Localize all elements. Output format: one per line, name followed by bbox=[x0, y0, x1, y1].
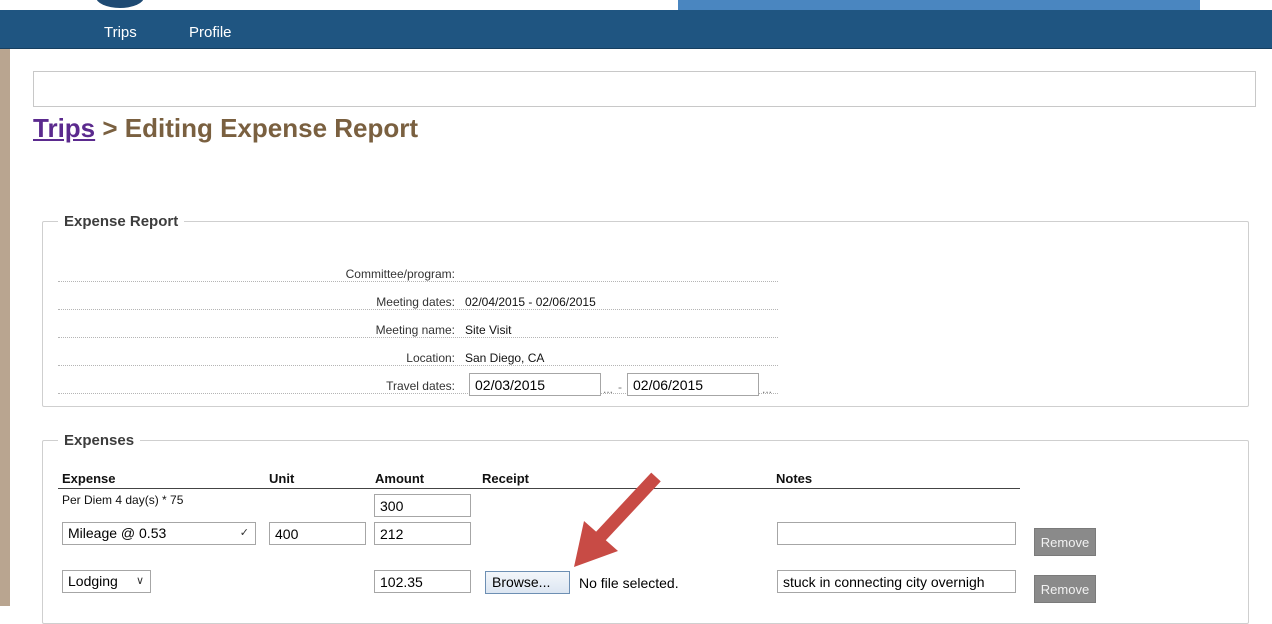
travel-range-separator: - bbox=[618, 380, 622, 394]
lodging-remove-button[interactable]: Remove bbox=[1034, 575, 1096, 603]
nav-trips[interactable]: Trips bbox=[104, 24, 137, 41]
location-value: San Diego, CA bbox=[465, 351, 549, 365]
col-header-receipt: Receipt bbox=[482, 471, 529, 486]
travel-end-picker[interactable]: ... bbox=[762, 382, 772, 396]
per-diem-amount-input[interactable] bbox=[374, 494, 471, 517]
lodging-expense-select[interactable]: Lodging ∨ bbox=[62, 570, 151, 593]
expense-report-panel: Expense Report Committee/program: Meetin… bbox=[42, 213, 1249, 407]
meeting-dates-row: Meeting dates: 02/04/2015 - 02/06/2015 bbox=[58, 292, 778, 314]
header-accent-bar bbox=[678, 0, 1200, 10]
nav-profile[interactable]: Profile bbox=[189, 24, 232, 41]
message-box bbox=[33, 71, 1256, 107]
mileage-remove-button[interactable]: Remove bbox=[1034, 528, 1096, 556]
location-label: Location: bbox=[403, 351, 455, 365]
col-header-amount: Amount bbox=[375, 471, 425, 486]
travel-end-date-input[interactable] bbox=[627, 373, 759, 396]
travel-dates-label: Travel dates: bbox=[383, 379, 455, 393]
col-header-expense: Expense bbox=[62, 471, 116, 486]
annotation-arrow-icon bbox=[574, 472, 661, 567]
travel-start-picker[interactable]: ... bbox=[603, 382, 613, 396]
meeting-name-label: Meeting name: bbox=[372, 323, 455, 337]
arrow-shaft bbox=[595, 472, 661, 542]
col-header-unit: Unit bbox=[269, 471, 295, 486]
expense-report-legend: Expense Report bbox=[64, 213, 179, 230]
lodging-select-value: Lodging bbox=[68, 573, 118, 589]
receipt-browse-button[interactable]: Browse... bbox=[485, 571, 570, 594]
meeting-dates-value: 02/04/2015 - 02/06/2015 bbox=[465, 295, 600, 309]
mileage-notes-input[interactable] bbox=[777, 522, 1016, 545]
logo-fragment bbox=[96, 0, 144, 8]
per-diem-label: Per Diem 4 day(s) * 75 bbox=[62, 493, 184, 507]
committee-row: Committee/program: bbox=[58, 264, 778, 286]
travel-start-date-input[interactable] bbox=[469, 373, 601, 396]
location-row: Location: San Diego, CA bbox=[58, 348, 778, 370]
col-header-notes: Notes bbox=[776, 471, 813, 486]
page-title: Trips > Editing Expense Report bbox=[33, 113, 418, 144]
committee-label: Committee/program: bbox=[342, 267, 455, 281]
lodging-amount-input[interactable] bbox=[374, 570, 471, 593]
meeting-name-value: Site Visit bbox=[465, 323, 516, 337]
top-strip bbox=[0, 0, 1272, 10]
expenses-legend: Expenses bbox=[64, 432, 135, 449]
breadcrumb-current: > Editing Expense Report bbox=[95, 113, 419, 143]
header-rule bbox=[58, 488, 1020, 489]
lodging-notes-input[interactable] bbox=[777, 570, 1016, 593]
chevron-down-icon: ✓ bbox=[239, 527, 249, 539]
breadcrumb-trips-link[interactable]: Trips bbox=[33, 113, 95, 143]
mileage-unit-input[interactable] bbox=[269, 522, 366, 545]
meeting-dates-label: Meeting dates: bbox=[373, 295, 455, 309]
mileage-amount-input[interactable] bbox=[374, 522, 471, 545]
left-rail bbox=[0, 49, 10, 606]
mileage-expense-select[interactable]: Mileage @ 0.53 ✓ bbox=[62, 522, 256, 545]
main-nav: Trips Profile bbox=[0, 10, 1272, 49]
chevron-down-icon: ∨ bbox=[135, 575, 144, 587]
meeting-name-row: Meeting name: Site Visit bbox=[58, 320, 778, 342]
mileage-select-value: Mileage @ 0.53 bbox=[68, 525, 167, 541]
